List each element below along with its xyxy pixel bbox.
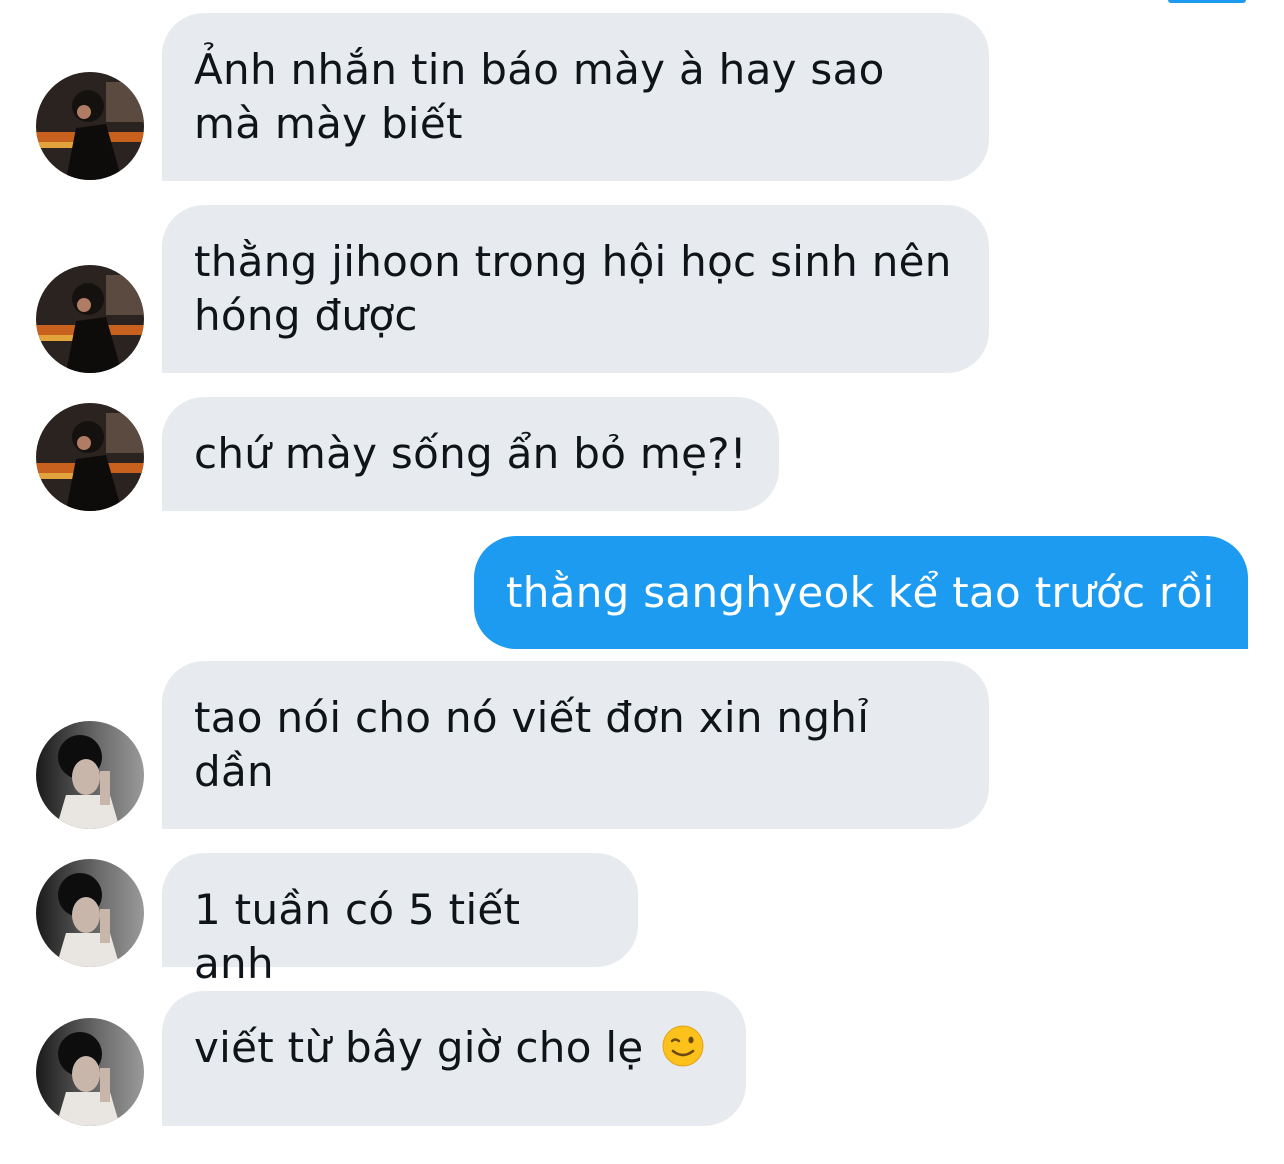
message-text: thằng sanghyeok kể tao trước rồi [506,568,1215,617]
message-text: chứ mày sống ẩn bỏ mẹ?! [194,429,747,478]
message-text: thằng jihoon trong hội học sinh nên hóng… [194,237,952,340]
avatar[interactable] [36,1018,144,1126]
message-text: 1 tuần có 5 tiết anh [194,885,521,988]
message-bubble-incoming[interactable]: thằng jihoon trong hội học sinh nên hóng… [162,205,989,373]
avatar[interactable] [36,265,144,373]
avatar-image [36,403,144,511]
avatar-image [36,72,144,180]
avatar[interactable] [36,72,144,180]
message-text: viết từ bây giờ cho lẹ [194,1023,644,1072]
winking-face-emoji-icon [661,1024,705,1081]
message-bubble-incoming[interactable]: Ảnh nhắn tin báo mày à hay sao mà mày bi… [162,13,989,181]
message-bubble-incoming[interactable]: tao nói cho nó viết đơn xin nghỉ dần [162,661,989,829]
message-bubble-incoming[interactable]: 1 tuần có 5 tiết anh [162,853,638,988]
avatar-image [36,265,144,373]
avatar[interactable] [36,403,144,511]
avatar-image [36,721,144,829]
top-edge-element [1168,0,1246,3]
avatar[interactable] [36,859,144,967]
message-text: Ảnh nhắn tin báo mày à hay sao mà mày bi… [194,45,885,148]
avatar-image [36,859,144,967]
avatar-image [36,1018,144,1126]
message-bubble-incoming[interactable]: viết từ bây giờ cho lẹ [162,991,746,1126]
message-text: tao nói cho nó viết đơn xin nghỉ dần [194,693,870,796]
message-bubble-incoming[interactable]: chứ mày sống ẩn bỏ mẹ?! [162,397,779,511]
avatar[interactable] [36,721,144,829]
message-bubble-outgoing[interactable]: thằng sanghyeok kể tao trước rồi [474,536,1248,649]
